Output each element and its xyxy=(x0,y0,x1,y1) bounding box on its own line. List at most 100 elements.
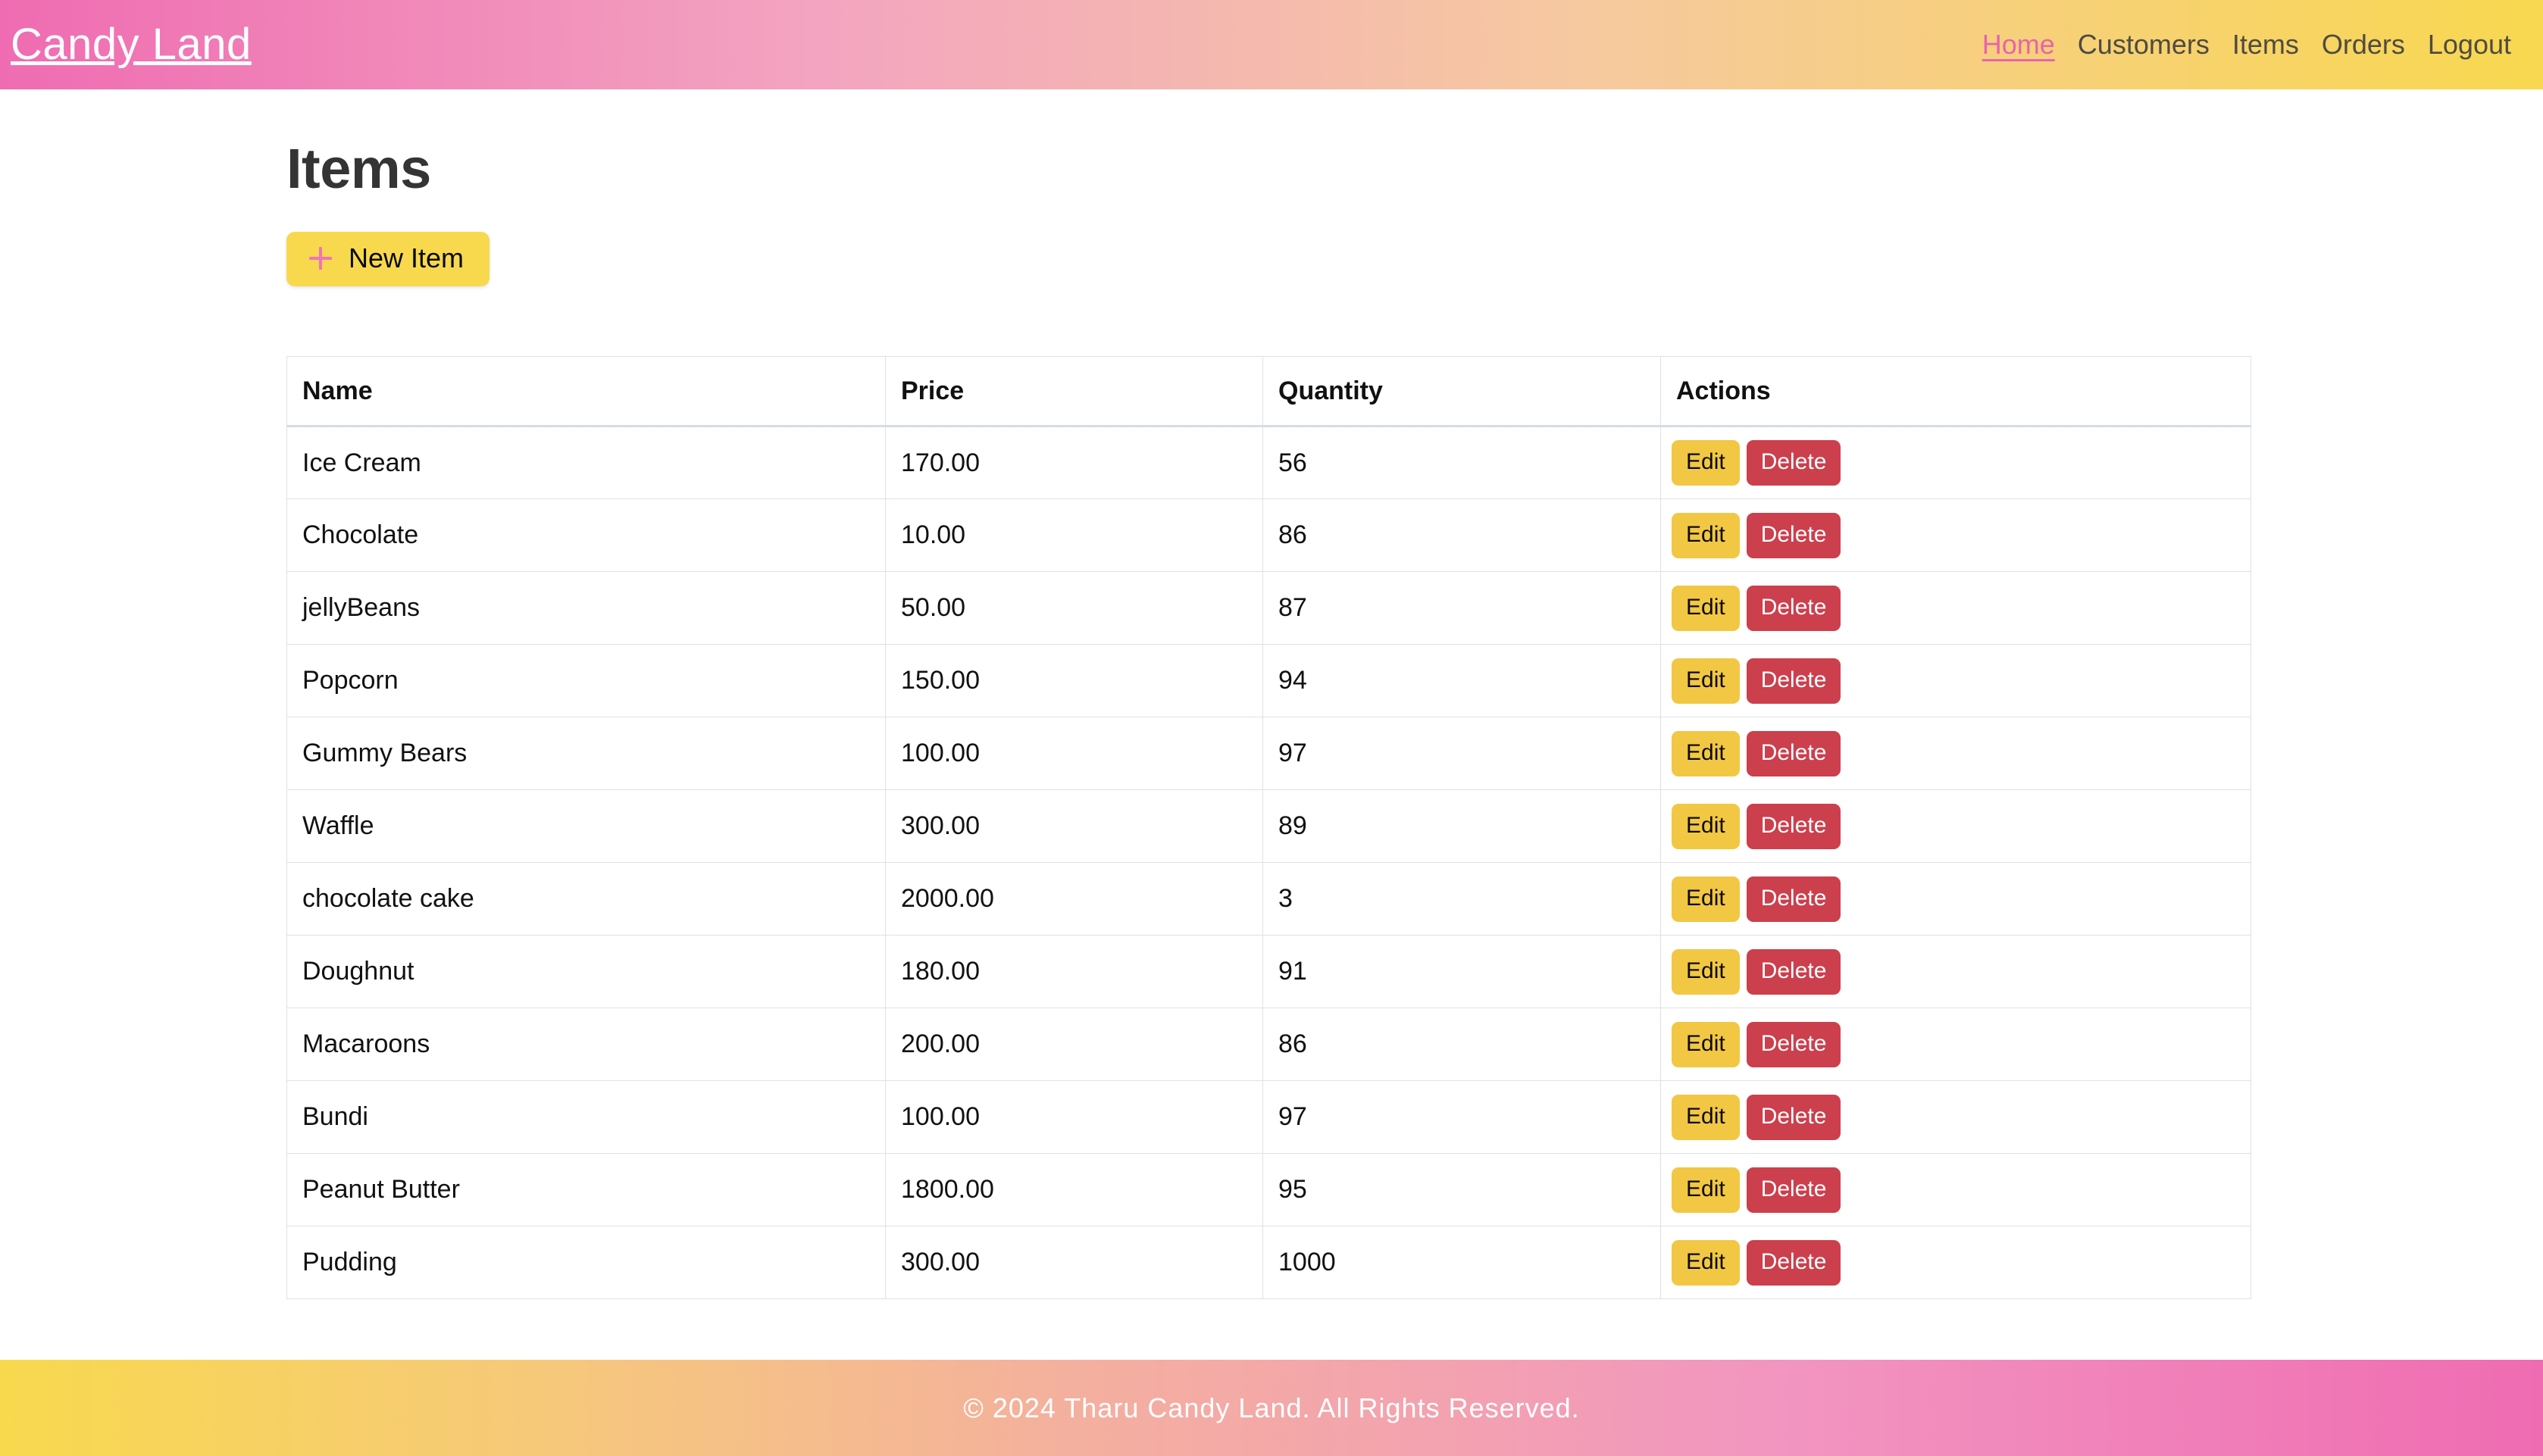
delete-button[interactable]: Delete xyxy=(1746,803,1841,849)
edit-button[interactable]: Edit xyxy=(1672,803,1740,849)
cell-item-quantity: 91 xyxy=(1262,935,1661,1009)
cell-item-quantity: 95 xyxy=(1262,1153,1661,1227)
row-action-group: Edit Delete xyxy=(1672,1167,2251,1213)
cell-item-price: 180.00 xyxy=(885,935,1263,1009)
row-action-group: Edit Delete xyxy=(1672,730,2251,776)
cell-item-price: 100.00 xyxy=(885,717,1263,791)
cell-item-quantity: 56 xyxy=(1262,426,1661,500)
plus-icon xyxy=(309,247,332,270)
cell-item-name: Peanut Butter xyxy=(286,1153,886,1227)
column-header-actions: Actions xyxy=(1660,356,2251,428)
row-action-group: Edit Delete xyxy=(1672,876,2251,922)
cell-item-name: Popcorn xyxy=(286,644,886,718)
cell-item-quantity: 3 xyxy=(1262,862,1661,936)
table-row: Macaroons 200.00 86 Edit Delete xyxy=(286,1008,2251,1082)
delete-button[interactable]: Delete xyxy=(1746,440,1841,486)
table-row: Peanut Butter 1800.00 95 Edit Delete xyxy=(286,1153,2251,1227)
delete-button[interactable]: Delete xyxy=(1746,876,1841,922)
edit-button[interactable]: Edit xyxy=(1672,1167,1740,1213)
column-header-name: Name xyxy=(286,356,886,428)
cell-item-price: 100.00 xyxy=(885,1080,1263,1154)
delete-button[interactable]: Delete xyxy=(1746,1021,1841,1067)
cell-item-actions: Edit Delete xyxy=(1660,935,2251,1009)
edit-button[interactable]: Edit xyxy=(1672,730,1740,776)
brand-logo[interactable]: Candy Land xyxy=(11,23,252,67)
cell-item-actions: Edit Delete xyxy=(1660,862,2251,936)
cell-item-price: 150.00 xyxy=(885,644,1263,718)
row-action-group: Edit Delete xyxy=(1672,1239,2251,1286)
main-navigation: Home Customers Items Orders Logout xyxy=(1982,31,2514,58)
row-action-group: Edit Delete xyxy=(1672,1094,2251,1140)
cell-item-name: Gummy Bears xyxy=(286,717,886,791)
delete-button[interactable]: Delete xyxy=(1746,512,1841,558)
delete-button[interactable]: Delete xyxy=(1746,1239,1841,1286)
nav-link-items[interactable]: Items xyxy=(2232,31,2299,58)
cell-item-price: 50.00 xyxy=(885,571,1263,645)
delete-button[interactable]: Delete xyxy=(1746,585,1841,631)
items-table-body: Ice Cream 170.00 56 Edit Delete Chocolate 10.0… xyxy=(286,426,2251,1300)
footer-copyright: © 2024 Tharu Candy Land. All Rights Rese… xyxy=(963,1392,1580,1423)
edit-button[interactable]: Edit xyxy=(1672,876,1740,922)
cell-item-actions: Edit Delete xyxy=(1660,571,2251,645)
cell-item-price: 170.00 xyxy=(885,426,1263,500)
column-header-price: Price xyxy=(885,356,1263,428)
edit-button[interactable]: Edit xyxy=(1672,658,1740,704)
edit-button[interactable]: Edit xyxy=(1672,1239,1740,1286)
edit-button[interactable]: Edit xyxy=(1672,1094,1740,1140)
cell-item-price: 10.00 xyxy=(885,498,1263,573)
cell-item-actions: Edit Delete xyxy=(1660,789,2251,864)
column-header-quantity: Quantity xyxy=(1262,356,1661,428)
row-action-group: Edit Delete xyxy=(1672,440,2251,486)
edit-button[interactable]: Edit xyxy=(1672,585,1740,631)
top-navbar: Candy Land Home Customers Items Orders Logou… xyxy=(0,0,2543,89)
cell-item-price: 2000.00 xyxy=(885,862,1263,936)
cell-item-actions: Edit Delete xyxy=(1660,1153,2251,1227)
row-action-group: Edit Delete xyxy=(1672,948,2251,995)
edit-button[interactable]: Edit xyxy=(1672,512,1740,558)
delete-button[interactable]: Delete xyxy=(1746,658,1841,704)
new-item-button[interactable]: New Item xyxy=(286,232,490,287)
table-row: Waffle 300.00 89 Edit Delete xyxy=(286,789,2251,864)
cell-item-name: Ice Cream xyxy=(286,426,886,500)
cell-item-quantity: 86 xyxy=(1262,1008,1661,1082)
delete-button[interactable]: Delete xyxy=(1746,730,1841,776)
cell-item-actions: Edit Delete xyxy=(1660,498,2251,573)
cell-item-actions: Edit Delete xyxy=(1660,644,2251,718)
edit-button[interactable]: Edit xyxy=(1672,948,1740,995)
cell-item-quantity: 89 xyxy=(1262,789,1661,864)
page-title: Items xyxy=(286,137,431,200)
nav-link-orders[interactable]: Orders xyxy=(2322,31,2405,58)
row-action-group: Edit Delete xyxy=(1672,512,2251,558)
cell-item-price: 200.00 xyxy=(885,1008,1263,1082)
row-action-group: Edit Delete xyxy=(1672,1021,2251,1067)
cell-item-name: chocolate cake xyxy=(286,862,886,936)
cell-item-price: 300.00 xyxy=(885,789,1263,864)
nav-link-logout[interactable]: Logout xyxy=(2428,31,2511,58)
cell-item-name: Doughnut xyxy=(286,935,886,1009)
row-action-group: Edit Delete xyxy=(1672,803,2251,849)
cell-item-name: Macaroons xyxy=(286,1008,886,1082)
delete-button[interactable]: Delete xyxy=(1746,1167,1841,1213)
cell-item-actions: Edit Delete xyxy=(1660,1226,2251,1300)
cell-item-quantity: 1000 xyxy=(1262,1226,1661,1300)
row-action-group: Edit Delete xyxy=(1672,658,2251,704)
items-table-head: Name Price Quantity Actions xyxy=(286,356,2251,428)
table-header-row: Name Price Quantity Actions xyxy=(286,356,2251,428)
edit-button[interactable]: Edit xyxy=(1672,1021,1740,1067)
nav-link-customers[interactable]: Customers xyxy=(2078,31,2210,58)
new-item-button-label: New Item xyxy=(349,242,464,274)
cell-item-actions: Edit Delete xyxy=(1660,717,2251,791)
delete-button[interactable]: Delete xyxy=(1746,1094,1841,1140)
cell-item-actions: Edit Delete xyxy=(1660,426,2251,500)
cell-item-actions: Edit Delete xyxy=(1660,1080,2251,1154)
cell-item-quantity: 87 xyxy=(1262,571,1661,645)
cell-item-actions: Edit Delete xyxy=(1660,1008,2251,1082)
table-row: chocolate cake 2000.00 3 Edit Delete xyxy=(286,862,2251,936)
edit-button[interactable]: Edit xyxy=(1672,440,1740,486)
cell-item-price: 1800.00 xyxy=(885,1153,1263,1227)
cell-item-name: Pudding xyxy=(286,1226,886,1300)
cell-item-name: Waffle xyxy=(286,789,886,864)
nav-link-home[interactable]: Home xyxy=(1982,31,2055,58)
cell-item-price: 300.00 xyxy=(885,1226,1263,1300)
delete-button[interactable]: Delete xyxy=(1746,948,1841,995)
